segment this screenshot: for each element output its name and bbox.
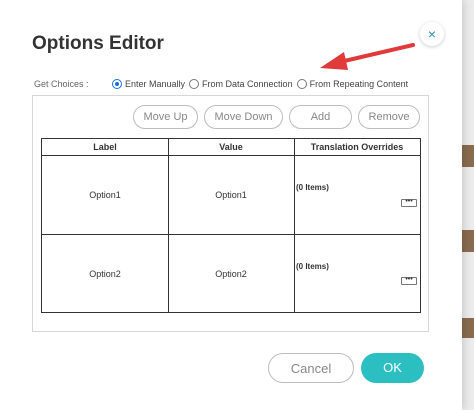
radio-label: From Repeating Content [309,79,409,89]
dialog-title: Options Editor [32,33,164,54]
cell-label[interactable]: Option1 [42,190,168,200]
close-icon: × [427,26,437,42]
options-table: Label Value Translation Overrides Option… [41,138,421,313]
move-up-button[interactable]: Move Up [133,105,198,129]
add-button[interactable]: Add [289,105,352,129]
radio-button[interactable] [296,79,307,89]
cell-overrides: (0 Items) [296,183,329,192]
ok-button[interactable]: OK [361,353,424,383]
background-block [462,318,474,338]
row-divider [42,234,420,235]
background-block [462,145,474,167]
get-choices-label: Get Choices : [34,79,89,89]
options-panel: Move Up Move Down Add Remove Label Value… [32,95,429,332]
radio-from-repeating-content[interactable]: From Repeating Content [296,79,409,89]
radio-button[interactable] [189,79,200,89]
more-options-button[interactable]: ••• [401,198,417,207]
background-app-strip [462,0,474,410]
move-down-button[interactable]: Move Down [204,105,283,129]
cell-label[interactable]: Option2 [42,269,168,279]
radio-from-data-connection[interactable]: From Data Connection [189,79,293,89]
close-button[interactable]: × [420,22,444,46]
column-header-value: Value [219,142,243,152]
column-divider [294,139,295,312]
table-header: Label Value Translation Overrides [42,139,420,156]
radio-label: Enter Manually [125,79,186,89]
cancel-button[interactable]: Cancel [268,353,354,383]
remove-button[interactable]: Remove [358,105,420,129]
cell-overrides: (0 Items) [296,262,329,271]
column-divider [168,139,169,312]
column-header-translation-overrides: Translation Overrides [310,142,404,152]
radio-enter-manually[interactable]: Enter Manually [112,79,185,89]
annotation-arrow-icon [320,43,415,70]
radio-button-selected[interactable] [112,79,122,89]
column-header-label: Label [93,142,117,152]
more-options-button[interactable]: ••• [401,276,417,285]
background-block [462,230,474,252]
get-choices-row: Get Choices : Enter Manually From Data C… [34,77,412,91]
radio-label: From Data Connection [202,79,293,89]
cell-value[interactable]: Option1 [168,190,294,200]
options-editor-dialog: Options Editor × Get Choices : Enter Man… [0,0,462,410]
cell-value[interactable]: Option2 [168,269,294,279]
